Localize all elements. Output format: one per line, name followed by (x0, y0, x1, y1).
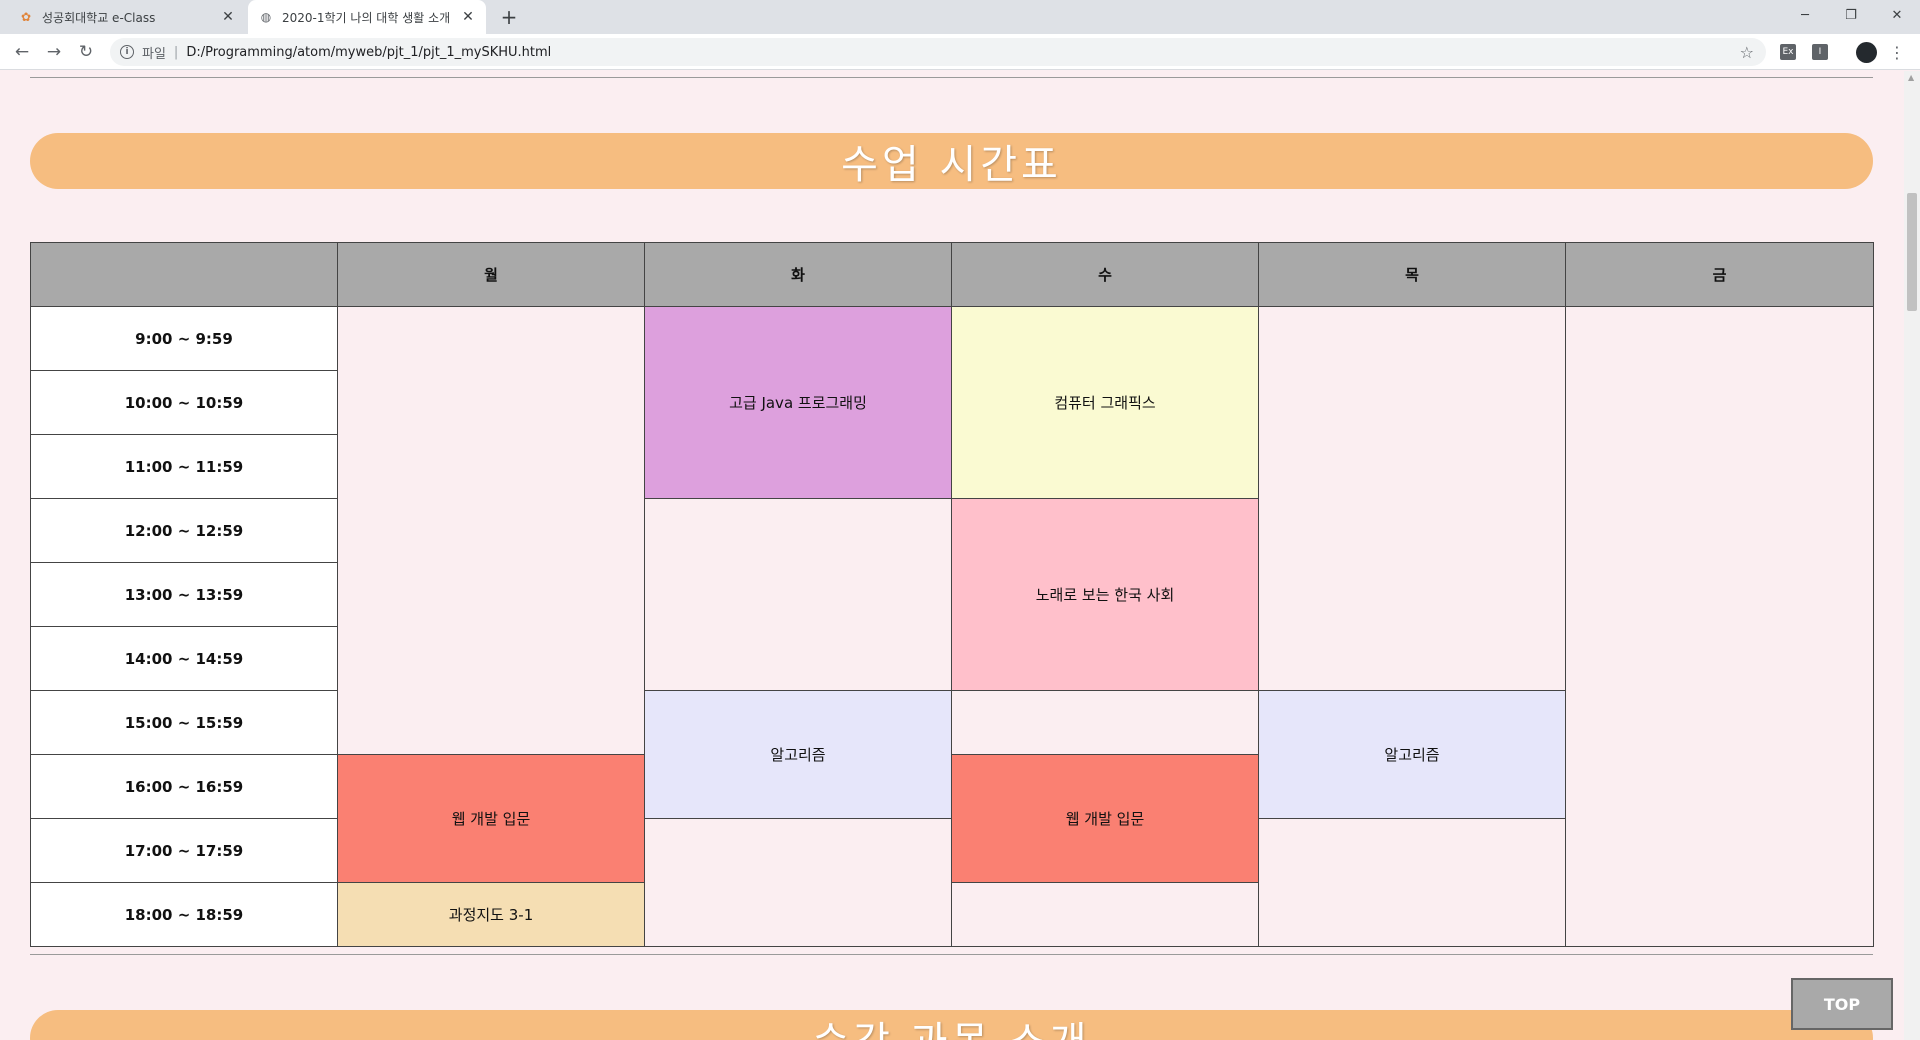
course-intro-title: 수강 과목 소개 (30, 1010, 1873, 1040)
scrollbar-thumb[interactable] (1907, 193, 1917, 311)
class-korean-society-songs: 노래로 보는 한국 사회 (951, 498, 1259, 691)
class-algorithm-tue: 알고리즘 (644, 690, 952, 819)
empty-slot (1258, 818, 1566, 947)
close-window-icon[interactable]: ✕ (1874, 0, 1920, 30)
class-web-dev-mon: 웹 개발 입문 (337, 754, 645, 883)
tab-title: 성공회대학교 e-Class (42, 10, 156, 25)
time-cell: 12:00 ~ 12:59 (30, 498, 338, 563)
browser-tab-bar: ✿ 성공회대학교 e-Class ✕ ◍ 2020-1학기 나의 대학 생활 소… (0, 0, 1920, 34)
time-cell: 14:00 ~ 14:59 (30, 626, 338, 691)
day-header-wed: 수 (951, 242, 1259, 307)
close-tab-icon[interactable]: ✕ (460, 9, 476, 25)
tab-eclass[interactable]: ✿ 성공회대학교 e-Class ✕ (8, 0, 246, 34)
restore-icon[interactable]: ❐ (1828, 0, 1874, 30)
empty-slot (644, 498, 952, 691)
class-java: 고급 Java 프로그래밍 (644, 306, 952, 499)
forward-arrow-icon[interactable]: → (40, 38, 68, 66)
tab-title: 2020-1학기 나의 대학 생활 소개 (282, 10, 451, 25)
scroll-up-icon[interactable]: ▲ (1908, 73, 1914, 82)
github-icon[interactable] (1856, 42, 1877, 63)
corner-cell (30, 242, 338, 307)
browser-toolbar: ← → ↻ i 파일 | D:/Programming/atom/myweb/p… (0, 34, 1920, 70)
url-separator: | (173, 44, 179, 60)
bookmark-star-icon[interactable]: ☆ (1740, 43, 1754, 62)
day-header-thu: 목 (1258, 242, 1566, 307)
section-divider (30, 954, 1873, 955)
reload-icon[interactable]: ↻ (72, 38, 100, 66)
empty-slot (337, 306, 645, 755)
class-timetable: 월 화 수 목 금 9:00 ~ 9:59 고급 Java 프로그래밍 컴퓨터 … (30, 242, 1874, 947)
extension-ex-icon[interactable]: Ex (1780, 44, 1796, 60)
empty-slot (1565, 306, 1874, 947)
info-icon[interactable]: i (120, 45, 134, 59)
time-cell: 18:00 ~ 18:59 (30, 882, 338, 947)
globe-icon: ◍ (260, 10, 272, 24)
browser-menu-icon[interactable]: ⋮ (1889, 40, 1905, 64)
day-header-mon: 월 (337, 242, 645, 307)
time-cell: 17:00 ~ 17:59 (30, 818, 338, 883)
tab-my-college-life[interactable]: ◍ 2020-1학기 나의 대학 생활 소개 ✕ (248, 0, 486, 34)
class-algorithm-thu: 알고리즘 (1258, 690, 1566, 819)
extension-info-icon[interactable]: I (1812, 44, 1828, 60)
minimize-icon[interactable]: ─ (1782, 0, 1828, 30)
timetable-title: 수업 시간표 (30, 133, 1873, 189)
time-cell: 16:00 ~ 16:59 (30, 754, 338, 819)
url-text[interactable]: D:/Programming/atom/myweb/pjt_1/pjt_1_my… (186, 45, 551, 60)
timetable-header-row: 월 화 수 목 금 (30, 242, 1874, 307)
day-header-tue: 화 (644, 242, 952, 307)
time-cell: 15:00 ~ 15:59 (30, 690, 338, 755)
empty-slot (951, 690, 1259, 755)
address-bar[interactable]: i 파일 | D:/Programming/atom/myweb/pjt_1/p… (110, 38, 1766, 66)
day-header-fri: 금 (1565, 242, 1874, 307)
class-advising: 과정지도 3-1 (337, 882, 645, 947)
section-divider (30, 77, 1873, 78)
empty-slot (1258, 306, 1566, 691)
eclass-favicon-icon: ✿ (20, 10, 32, 24)
empty-slot (951, 882, 1259, 947)
new-tab-button[interactable]: + (496, 5, 522, 29)
class-computer-graphics: 컴퓨터 그래픽스 (951, 306, 1259, 499)
table-row: 9:00 ~ 9:59 고급 Java 프로그래밍 컴퓨터 그래픽스 (30, 306, 1874, 947)
empty-slot (644, 818, 952, 947)
back-arrow-icon[interactable]: ← (8, 38, 36, 66)
class-web-dev-wed: 웹 개발 입문 (951, 754, 1259, 883)
scroll-to-top-button[interactable]: TOP (1791, 978, 1893, 1030)
close-tab-icon[interactable]: ✕ (220, 9, 236, 25)
time-cell: 13:00 ~ 13:59 (30, 562, 338, 627)
page-scrollbar[interactable]: ▲ (1904, 71, 1920, 1040)
url-scheme-label: 파일 (142, 46, 166, 62)
time-cell: 10:00 ~ 10:59 (30, 370, 338, 435)
time-cell: 9:00 ~ 9:59 (30, 306, 338, 371)
page-content: 수업 시간표 월 화 수 목 금 9:00 ~ 9:59 고급 Java 프로그… (0, 71, 1904, 1040)
time-cell: 11:00 ~ 11:59 (30, 434, 338, 499)
